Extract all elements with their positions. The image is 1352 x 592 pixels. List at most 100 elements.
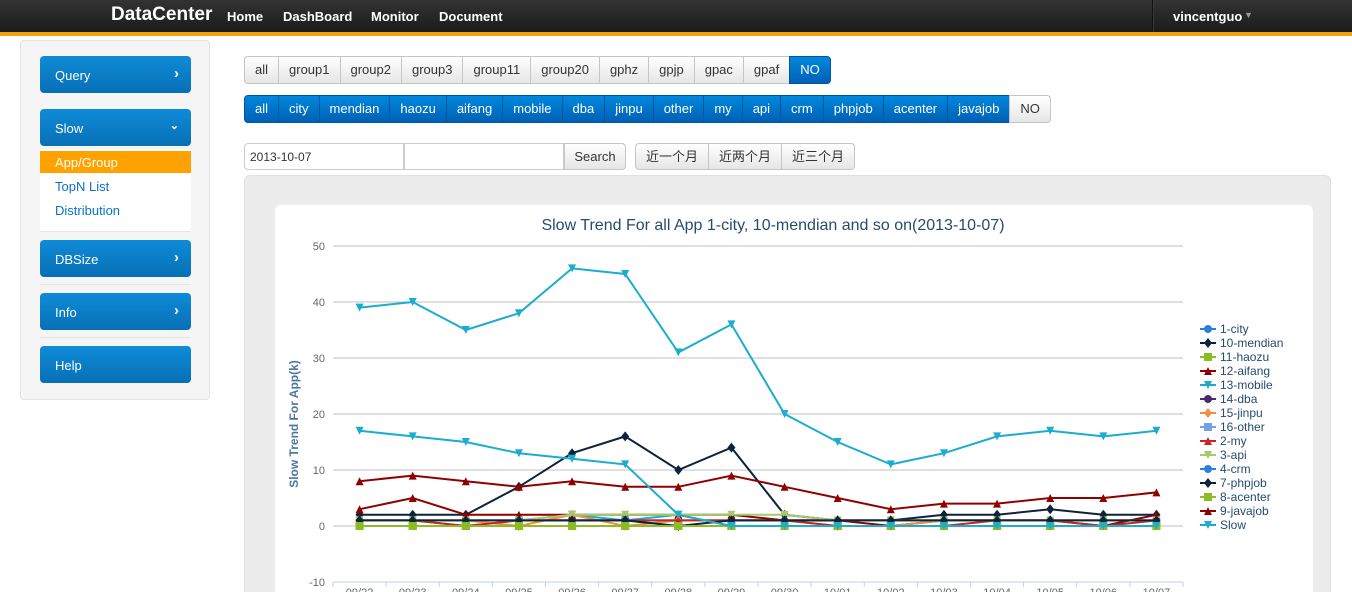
chevron-right-icon: › [174,249,179,266]
app-btn-phpjob[interactable]: phpjob [822,95,884,123]
legend-item[interactable]: 13-mobile [1200,378,1273,392]
legend-item[interactable]: 10-mendian [1200,336,1283,350]
legend-marker[interactable] [1204,493,1212,501]
nav-monitor[interactable]: Monitor [371,9,419,24]
caret-down-icon: ▼ [1244,10,1253,20]
group-btn-group2[interactable]: group2 [339,56,402,84]
legend-item[interactable]: 3-api [1200,448,1247,462]
data-point[interactable] [621,431,630,442]
sidebar-item-info[interactable]: Info › [40,293,191,330]
legend-item[interactable]: 9-javajob [1200,504,1269,518]
sidebar-item-query[interactable]: Query › [40,56,191,93]
data-point[interactable] [355,522,364,530]
legend-item[interactable]: 2-my [1200,434,1247,448]
group-btn-group20[interactable]: group20 [530,56,600,84]
legend-item[interactable]: 15-jinpu [1200,406,1263,420]
legend-marker[interactable] [1204,325,1212,333]
app-btn-dba[interactable]: dba [561,95,606,123]
app-btn-no[interactable]: NO [1009,95,1051,123]
data-point[interactable] [514,522,523,530]
legend-label: 8-acenter [1220,490,1271,504]
app-btn-haozu[interactable]: haozu [389,95,447,123]
group-btn-group11[interactable]: group11 [462,56,532,84]
legend-marker[interactable] [1204,478,1212,488]
group-btn-gpjp[interactable]: gpjp [648,56,695,84]
data-point[interactable] [568,522,577,530]
legend-marker[interactable] [1204,465,1212,473]
nav-document[interactable]: Document [439,9,503,24]
legend-marker[interactable] [1204,408,1212,418]
divider [40,337,191,338]
legend-item[interactable]: 11-haozu [1200,350,1269,364]
data-point[interactable] [833,438,842,446]
data-point[interactable] [621,522,630,530]
app-btn-aifang[interactable]: aifang [445,95,504,123]
series-line [359,474,1157,511]
y-tick-label: 50 [313,241,325,253]
data-point[interactable] [674,465,683,475]
x-tick-label: 10/01 [824,587,852,592]
app-btn-jinpu[interactable]: jinpu [604,95,654,123]
data-point[interactable] [674,522,683,530]
app-btn-my[interactable]: my [703,95,743,123]
sidebar-item-dbsize[interactable]: DBSize › [40,240,191,277]
legend-label: 16-other [1220,420,1265,434]
legend-label: 11-haozu [1220,350,1269,364]
legend-item[interactable]: 12-aifang [1200,364,1270,378]
app-btn-other[interactable]: other [652,95,705,123]
nav-home[interactable]: Home [227,9,263,24]
range-1-month-button[interactable]: 近一个月 [635,143,710,170]
legend-item[interactable]: 8-acenter [1200,490,1271,504]
submenu-topn-list[interactable]: TopN List [40,175,191,197]
legend-marker[interactable] [1204,338,1212,348]
chevron-right-icon: › [174,302,179,319]
brand-logo[interactable]: DataCenter [111,4,212,26]
search-input[interactable] [404,143,564,170]
user-name: vincentguo [1173,9,1243,24]
data-point[interactable] [1046,504,1055,515]
sidebar-item-help[interactable]: Help [40,346,191,383]
date-input[interactable] [244,143,404,170]
data-point[interactable] [461,522,470,530]
legend-item[interactable]: 4-crm [1200,462,1251,476]
group-btn-all[interactable]: all [244,56,280,84]
user-menu[interactable]: vincentguo ▼ [1152,0,1352,32]
submenu-app-group[interactable]: App/Group [40,151,191,173]
group-btn-gpac[interactable]: gpac [693,56,744,84]
app-btn-crm[interactable]: crm [780,95,824,123]
group-btn-gpaf[interactable]: gpaf [742,56,791,84]
group-btn-group3[interactable]: group3 [400,56,464,84]
data-point[interactable] [674,348,683,357]
legend-label: 13-mobile [1220,378,1273,392]
submenu-distribution[interactable]: Distribution [40,199,191,221]
legend-marker[interactable] [1204,353,1212,361]
app-btn-acenter[interactable]: acenter [882,95,949,123]
legend-item[interactable]: 1-city [1200,322,1249,336]
app-btn-mendian[interactable]: mendian [318,95,391,123]
app-btn-city[interactable]: city [278,95,320,123]
group-btn-gphz[interactable]: gphz [598,56,650,84]
legend-item[interactable]: 16-other [1200,420,1265,434]
slow-trend-chart: Slow Trend For all App 1-city, 10-mendia… [287,217,1283,592]
legend-item[interactable]: Slow [1200,518,1246,532]
group-btn-no[interactable]: NO [789,56,831,84]
app-btn-javajob[interactable]: javajob [947,95,1011,123]
app-btn-mobile[interactable]: mobile [502,95,563,123]
legend-marker[interactable] [1204,423,1212,431]
app-btn-all[interactable]: all [244,95,280,123]
range-2-months-button[interactable]: 近两个月 [708,143,783,170]
data-point[interactable] [408,522,417,530]
x-tick-label: 09/22 [346,587,374,592]
legend-marker[interactable] [1204,395,1212,403]
series-slow [355,264,1161,469]
legend-item[interactable]: 7-phpjob [1200,476,1267,490]
search-button[interactable]: Search [564,143,626,170]
sidebar-item-slow[interactable]: Slow ⌄ [40,109,191,146]
y-axis-label: Slow Trend For App(k) [287,360,301,488]
range-3-months-button[interactable]: 近三个月 [781,143,856,170]
group-btn-group1[interactable]: group1 [278,56,341,84]
app-btn-api[interactable]: api [741,95,782,123]
legend-item[interactable]: 14-dba [1200,392,1258,406]
nav-dashboard[interactable]: DashBoard [283,9,352,24]
x-tick-label: 10/03 [930,587,958,592]
